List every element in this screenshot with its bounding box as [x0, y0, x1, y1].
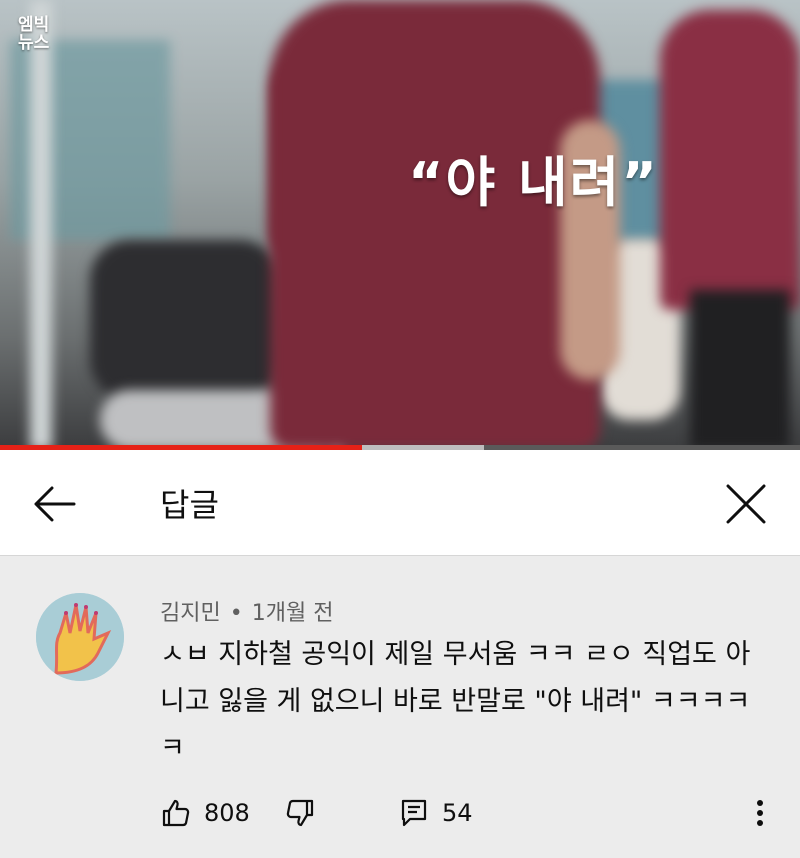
video-player[interactable]: 엠빅 뉴스 “야 내려” — [0, 0, 800, 450]
close-button[interactable] — [718, 476, 774, 532]
comment-author[interactable]: 김지민 — [160, 601, 221, 626]
reply-icon — [401, 799, 427, 827]
page-title: 답글 — [160, 486, 219, 524]
comment-item: 김지민 • 1개월 전 ㅅㅂ 지하철 공익이 제일 무서움 ㅋㅋ ㄹㅇ 직업도 … — [0, 557, 800, 858]
thumbs-up-icon — [162, 799, 190, 827]
back-button[interactable] — [28, 480, 80, 528]
comment-text: ㅅㅂ 지하철 공익이 제일 무서움 ㅋㅋ ㄹㅇ 직업도 아니고 잃을 게 없으니… — [160, 639, 751, 764]
reply-button[interactable]: 54 — [398, 793, 473, 833]
thumbs-down-icon — [286, 799, 314, 827]
video-frame-person-standing — [270, 0, 600, 450]
meta-separator: • — [229, 601, 243, 626]
video-frame-person-standing-2 — [660, 10, 800, 310]
video-caption: “야 내려” — [408, 151, 659, 214]
more-vertical-icon — [757, 800, 763, 826]
arrow-left-icon — [34, 486, 76, 522]
video-frame-pole — [30, 0, 52, 450]
replies-header: 답글 — [0, 450, 800, 556]
hand-avatar-icon — [36, 593, 124, 681]
video-frame-seated-person — [90, 240, 280, 400]
more-options-button[interactable] — [748, 793, 772, 833]
channel-watermark: 엠빅 뉴스 — [18, 15, 50, 53]
reply-count: 54 — [442, 799, 473, 827]
close-icon — [726, 484, 766, 524]
comment-time: 1개월 전 — [251, 601, 334, 626]
comment-meta: 김지민 • 1개월 전 — [160, 595, 333, 627]
like-button[interactable]: 808 — [160, 793, 250, 833]
video-frame-legs — [690, 290, 790, 450]
comment-actions: 808 54 — [160, 793, 780, 833]
dislike-button[interactable] — [284, 793, 316, 833]
avatar[interactable] — [36, 593, 124, 681]
like-count: 808 — [204, 799, 250, 827]
